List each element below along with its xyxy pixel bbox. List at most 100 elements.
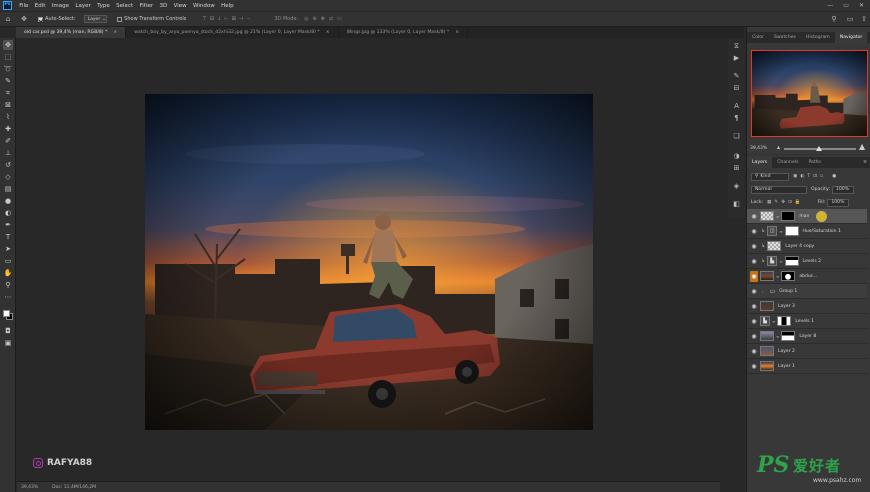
layer-row-hue-saturation[interactable]: ◉ ↳ ◫ ∞ Hue/Saturation 1 <box>747 224 867 239</box>
minimize-button[interactable]: — <box>827 2 833 9</box>
layer-mask-thumbnail[interactable] <box>784 226 799 236</box>
brush-settings-icon[interactable]: ✎ <box>732 72 741 81</box>
zoom-icon[interactable]: ⚲ <box>3 280 13 290</box>
filter-toggle-icon[interactable]: ● <box>832 174 836 179</box>
filter-kind-dropdown[interactable]: ⚲ Kind <box>751 172 789 181</box>
tab-watch-boy[interactable]: watch_boy_by_arya_poenya_stock_d2xhi32.j… <box>126 27 339 38</box>
tab-color[interactable]: Color <box>747 32 769 43</box>
canvas-workspace[interactable]: RAFYA88 <box>17 38 720 481</box>
libraries-icon[interactable]: ❏ <box>732 132 741 141</box>
lock-icons[interactable]: ▦✎✥⊡🔒 <box>767 200 804 205</box>
menu-select[interactable]: Select <box>113 3 136 9</box>
move-tool-preset-icon[interactable]: ✥ <box>20 15 28 23</box>
healing-brush-icon[interactable]: ✚ <box>3 124 13 134</box>
character-icon[interactable]: A <box>732 102 741 111</box>
crop-icon[interactable]: ⌗ <box>3 88 13 98</box>
layer-row-levels-2[interactable]: ◉ ↳ ▙ ∞ Levels 2 <box>747 254 867 269</box>
status-zoom[interactable]: 39,43% <box>21 485 38 490</box>
tab-wings[interactable]: Wings.jpg @ 133% (Layer 0, Layer Mask/8)… <box>339 27 469 38</box>
align-top-icon[interactable]: ⊤ <box>202 16 209 22</box>
zoom-slider[interactable] <box>784 145 856 151</box>
menu-view[interactable]: View <box>170 3 189 9</box>
quick-select-icon[interactable]: ✎ <box>3 76 13 86</box>
hand-icon[interactable]: ✋ <box>3 268 13 278</box>
visibility-eye-icon[interactable]: ◉ <box>750 270 758 282</box>
expand-arrow-icon[interactable]: › <box>762 289 764 294</box>
layer-row-levels-1[interactable]: ◉ ▙ ∞ Levels 1 <box>747 314 867 329</box>
visibility-eye-icon[interactable]: ◉ <box>750 228 758 235</box>
marquee-icon[interactable]: ⬚ <box>3 52 13 62</box>
path-selection-icon[interactable]: ➤ <box>3 244 13 254</box>
align-bottom-icon[interactable]: ⊥ <box>217 16 224 22</box>
layer-row-layer-1[interactable]: ◉ Layer 1 <box>747 359 867 374</box>
tab-channels[interactable]: Channels <box>772 157 803 168</box>
panel-menu-icon[interactable]: ≡ <box>863 157 867 168</box>
tab-old-car[interactable]: old car.psd @ 39,4% (man, RGB/8) * × <box>16 27 127 38</box>
close-icon[interactable]: × <box>113 30 117 35</box>
layer-row-man[interactable]: ◉ ∞ man <box>747 209 867 224</box>
properties-icon[interactable]: ⊞ <box>732 164 741 173</box>
adjustments-icon[interactable]: ◑ <box>732 152 741 161</box>
brush-icon[interactable]: ✐ <box>3 136 13 146</box>
workspace-icon[interactable]: ▭ <box>846 15 854 23</box>
menu-filter[interactable]: Filter <box>136 3 156 9</box>
show-transform-checkbox[interactable] <box>117 16 123 22</box>
align-middle-icon[interactable]: ⊟ <box>210 16 217 22</box>
artwork-image[interactable] <box>145 94 593 430</box>
layer-row-group-1[interactable]: ◉ › ▭ Group 1 <box>747 284 867 299</box>
tab-swatches[interactable]: Swatches <box>769 32 801 43</box>
menu-window[interactable]: Window <box>190 3 218 9</box>
auto-select-target-dropdown[interactable]: Layer <box>83 15 108 23</box>
fill-input[interactable]: 100% <box>827 198 850 207</box>
actions-icon[interactable]: ▶ <box>732 54 741 63</box>
eyedropper-icon[interactable]: ⌇ <box>3 112 13 122</box>
visibility-eye-icon[interactable]: ◉ <box>750 288 758 295</box>
layer-row-layer-2[interactable]: ◉ Layer 2 <box>747 344 867 359</box>
layer-row-layer-3[interactable]: ◉ Layer 3 <box>747 299 867 314</box>
tab-navigator[interactable]: Navigator <box>834 32 868 43</box>
layers-icon[interactable]: ◧ <box>732 200 741 209</box>
rectangle-icon[interactable]: ▭ <box>3 256 13 266</box>
menu-file[interactable]: File <box>16 3 32 9</box>
layer-mask-thumbnail[interactable] <box>781 211 796 221</box>
zoom-out-icon[interactable]: ▴ <box>777 144 780 151</box>
menu-edit[interactable]: Edit <box>32 3 49 9</box>
3d-mode-icons[interactable]: ◎⊕✥⇄▭ <box>304 16 346 22</box>
auto-select-checkbox[interactable] <box>38 16 43 22</box>
dodge-icon[interactable]: ◐ <box>3 208 13 218</box>
auto-select-option[interactable]: Auto-Select: Layer <box>38 15 108 23</box>
visibility-eye-icon[interactable]: ◉ <box>750 258 758 265</box>
channels-icon[interactable]: ◈ <box>732 182 741 191</box>
maximize-button[interactable]: ▭ <box>843 2 849 9</box>
menu-type[interactable]: Type <box>94 3 113 9</box>
visibility-eye-icon[interactable]: ◉ <box>750 213 758 220</box>
layer-row-layer-4-copy[interactable]: ◉ ↳ Layer 4 copy <box>747 239 867 254</box>
close-window-button[interactable]: ✕ <box>859 2 864 9</box>
clone-source-icon[interactable]: ⊟ <box>732 84 741 93</box>
layer-row-layer-8[interactable]: ◉ ∞ Layer 8 <box>747 329 867 344</box>
layer-mask-thumbnail[interactable] <box>781 331 796 341</box>
distribute-icon[interactable]: ⋯ <box>246 16 254 22</box>
tab-paths[interactable]: Paths <box>803 157 826 168</box>
navigator-zoom-value[interactable]: 39,43% <box>750 146 767 151</box>
layer-row-abduc[interactable]: ◉ ∞ abduc... <box>747 269 867 284</box>
type-icon[interactable]: T <box>3 232 13 242</box>
gradient-icon[interactable]: ▤ <box>3 184 13 194</box>
close-icon[interactable]: × <box>455 30 459 35</box>
align-icons[interactable]: ⊤ ⊟ ⊥ ⊢ ⊞ ⊣ ⋯ <box>202 16 254 22</box>
align-left-icon[interactable]: ⊢ <box>224 16 231 22</box>
tab-histogram[interactable]: Histogram <box>801 32 835 43</box>
pen-icon[interactable]: ✒ <box>3 220 13 230</box>
visibility-eye-icon[interactable]: ◉ <box>750 318 758 325</box>
menu-image[interactable]: Image <box>49 3 73 9</box>
blend-mode-dropdown[interactable]: Normal <box>751 185 807 194</box>
layer-mask-thumbnail[interactable] <box>781 271 796 281</box>
navigator-preview[interactable] <box>751 50 868 137</box>
visibility-eye-icon[interactable]: ◉ <box>750 243 758 250</box>
lasso-icon[interactable]: ➰ <box>3 64 13 74</box>
layer-mask-thumbnail[interactable] <box>777 316 792 326</box>
frame-icon[interactable]: ⊠ <box>3 100 13 110</box>
quick-mask-icon[interactable]: ◘ <box>3 326 13 336</box>
foreground-color-swatch[interactable] <box>3 310 10 317</box>
history-brush-icon[interactable]: ↺ <box>3 160 13 170</box>
